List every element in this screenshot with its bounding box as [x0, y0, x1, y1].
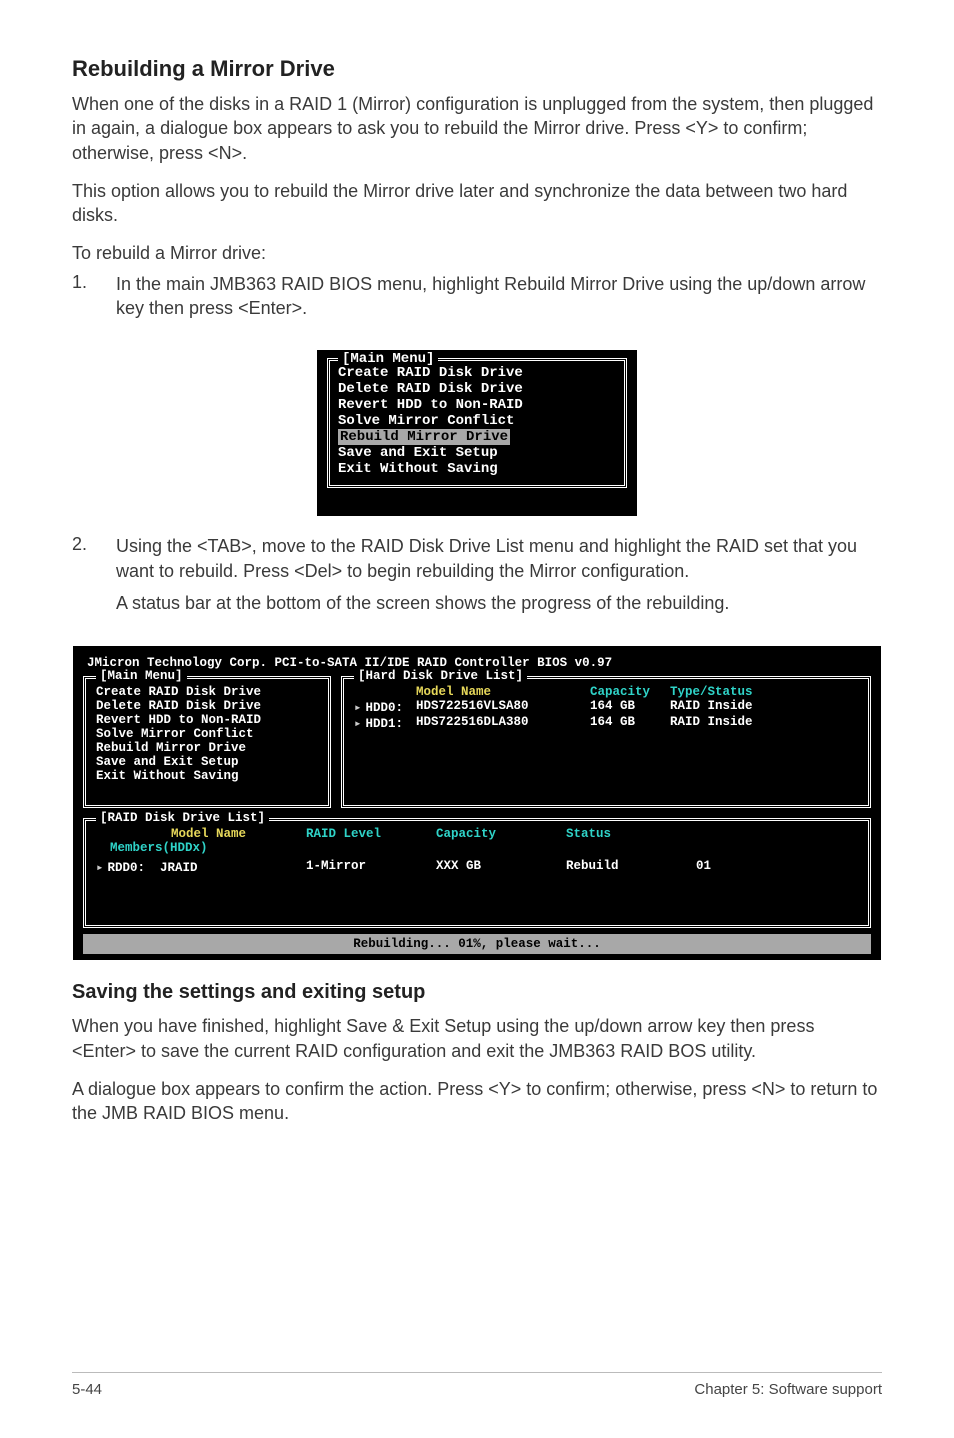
- bios-main-item-1: Delete RAID Disk Drive: [96, 699, 318, 713]
- bios-full-screen: JMicron Technology Corp. PCI-to-SATA II/…: [72, 645, 882, 961]
- footer-page-number: 5-44: [72, 1381, 102, 1398]
- bios-small-item-4: Rebuild Mirror Drive: [338, 429, 616, 445]
- step-number-2: 2.: [72, 534, 116, 615]
- rd-row-c4: Rebuild: [566, 859, 696, 875]
- bios-small-item-6: Exit Without Saving: [338, 461, 616, 477]
- hd-row1-c1: HDD1:: [354, 715, 410, 731]
- rd-head-c5: [696, 827, 858, 841]
- bios-main-menu-small: [Main Menu] Create RAID Disk Drive Delet…: [317, 350, 637, 516]
- bios-small-item-0: Create RAID Disk Drive: [338, 365, 616, 381]
- bios-main-item-3: Solve Mirror Conflict: [96, 727, 318, 741]
- hd-row1-c2: HDS722516DLA380: [416, 715, 584, 731]
- rd-head-c1: Model Name: [96, 827, 306, 841]
- para-save-2: A dialogue box appears to confirm the ac…: [72, 1077, 882, 1126]
- hd-row0-c2: HDS722516VLSA80: [416, 699, 584, 715]
- step-number-1: 1.: [72, 272, 116, 321]
- bios-small-item-3: Solve Mirror Conflict: [338, 413, 616, 429]
- step-2-sub: A status bar at the bottom of the screen…: [116, 591, 882, 615]
- hd-row1-c4: RAID Inside: [670, 715, 780, 731]
- hd-head-c2: Model Name: [416, 685, 584, 699]
- hd-row0-c1: HDD0:: [354, 699, 410, 715]
- bios-raid-legend: [RAID Disk Drive List]: [96, 811, 269, 825]
- section-heading-rebuild: Rebuilding a Mirror Drive: [72, 56, 882, 82]
- bios-main-item-4: Rebuild Mirror Drive: [96, 741, 318, 755]
- page-footer: 5-44 Chapter 5: Software support: [72, 1372, 882, 1398]
- step-text-1: In the main JMB363 RAID BIOS menu, highl…: [116, 272, 882, 321]
- bios-main-item-0: Create RAID Disk Drive: [96, 685, 318, 699]
- bios-main-item-6: Exit Without Saving: [96, 769, 318, 783]
- rd-head-c4: Status: [566, 827, 696, 841]
- hd-head-c4: Type/Status: [670, 685, 780, 699]
- footer-chapter-label: Chapter 5: Software support: [694, 1381, 882, 1398]
- section-heading-save-exit: Saving the settings and exiting setup: [72, 981, 882, 1004]
- hd-row1-c3: 164 GB: [590, 715, 664, 731]
- bios-small-item-1: Delete RAID Disk Drive: [338, 381, 616, 397]
- hd-row0-c3: 164 GB: [590, 699, 664, 715]
- rd-head-c3: Capacity: [436, 827, 566, 841]
- rd-row-c3: XXX GB: [436, 859, 566, 875]
- para-save-1: When you have finished, highlight Save &…: [72, 1014, 882, 1063]
- bios-hdd-legend: [Hard Disk Drive List]: [354, 669, 527, 683]
- bios-small-item-2: Revert HDD to Non-RAID: [338, 397, 616, 413]
- para-rebuild-2: This option allows you to rebuild the Mi…: [72, 179, 882, 228]
- bios-main-item-2: Revert HDD to Non-RAID: [96, 713, 318, 727]
- rd-head-c2: RAID Level: [306, 827, 436, 841]
- para-rebuild-3: To rebuild a Mirror drive:: [72, 241, 882, 265]
- rd-row-c1: RDD0: JRAID: [96, 859, 306, 875]
- para-rebuild-1: When one of the disks in a RAID 1 (Mirro…: [72, 92, 882, 165]
- bios-main-menu-panel: [Main Menu] Create RAID Disk Drive Delet…: [83, 676, 331, 808]
- hd-head-c3: Capacity: [590, 685, 664, 699]
- bios-main-item-5: Save and Exit Setup: [96, 755, 318, 769]
- hd-head-c1: [354, 685, 410, 699]
- rd-row-c5: 01: [696, 859, 858, 875]
- bios-hdd-list-panel: [Hard Disk Drive List] Model Name Capaci…: [341, 676, 871, 808]
- bios-status-bar: Rebuilding... 01%, please wait...: [83, 934, 871, 954]
- bios-small-item-5: Save and Exit Setup: [338, 445, 616, 461]
- bios-raid-list-panel: [RAID Disk Drive List] Model Name RAID L…: [83, 818, 871, 928]
- rd-row-c2: 1-Mirror: [306, 859, 436, 875]
- step-text-2: Using the <TAB>, move to the RAID Disk D…: [116, 534, 882, 615]
- hd-row0-c4: RAID Inside: [670, 699, 780, 715]
- rd-members-label: Members(HDDx): [96, 841, 858, 855]
- bios-small-legend: [Main Menu]: [338, 351, 438, 367]
- step-2-main: Using the <TAB>, move to the RAID Disk D…: [116, 536, 857, 580]
- bios-main-legend: [Main Menu]: [96, 669, 187, 683]
